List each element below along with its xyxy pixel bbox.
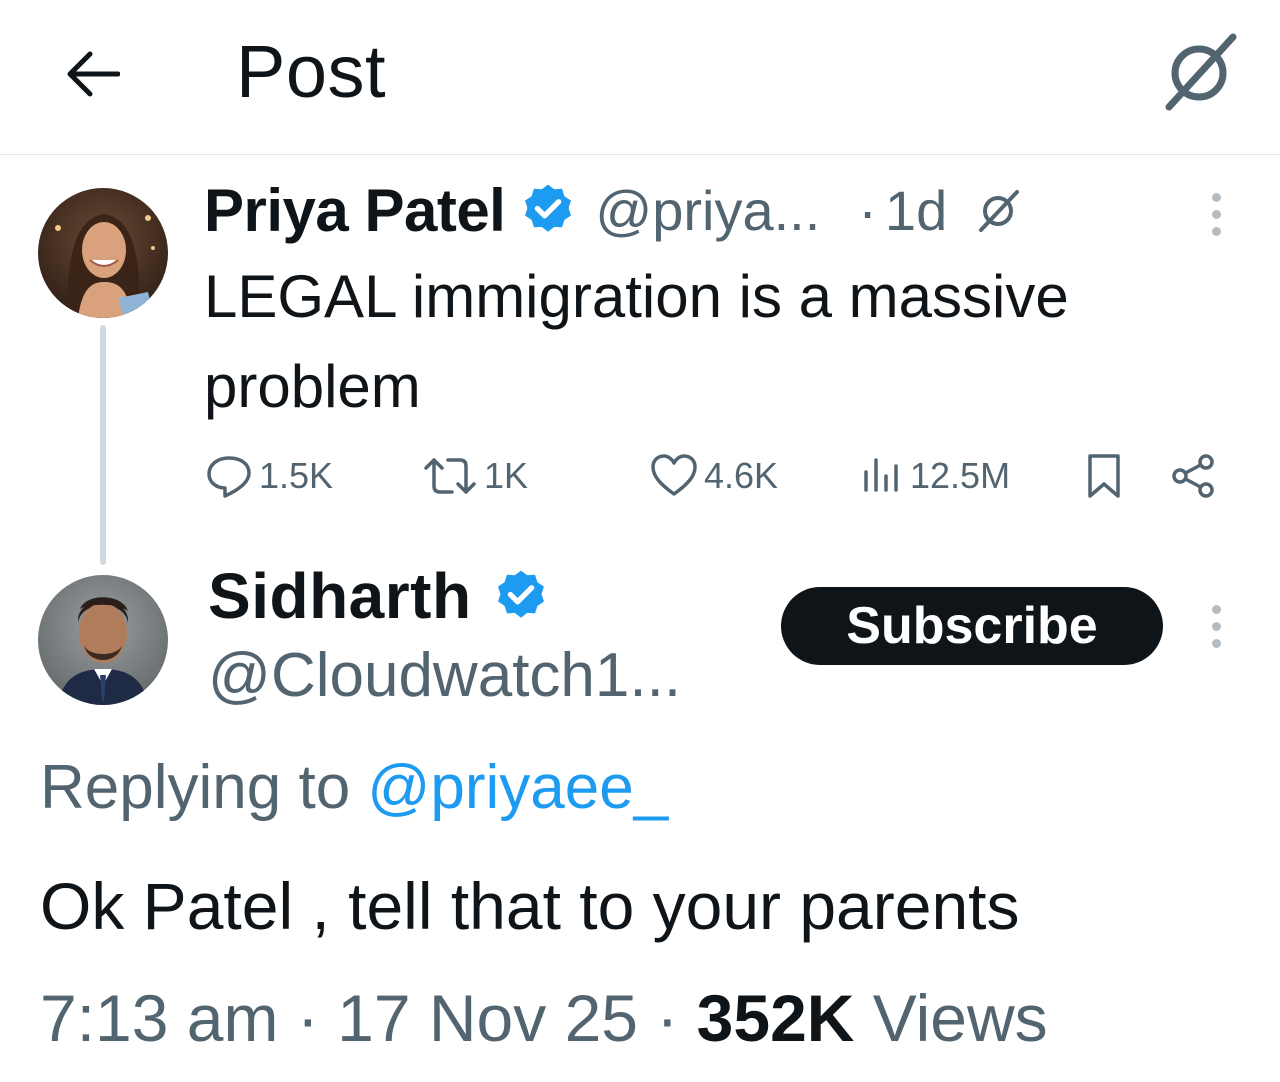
verified-badge-icon[interactable] — [492, 567, 550, 625]
repost-count: 1K — [484, 455, 529, 496]
reply-post-header: Sidharth — [208, 556, 550, 636]
like-count: 4.6K — [704, 455, 779, 496]
parent-post-text: LEGAL immigration is a massive problem — [204, 263, 1069, 420]
analytics-icon — [864, 458, 898, 492]
post-metadata: 7:13 am · 17 Nov 25 · 352K Views — [40, 980, 1048, 1056]
grok-icon — [1165, 33, 1237, 111]
author-handle[interactable]: @Cloudwatch1... — [208, 640, 681, 711]
reply-count: 1.5K — [259, 455, 334, 496]
views-button[interactable]: 12.5M — [858, 440, 1010, 512]
profile-photo-priya — [38, 188, 168, 318]
verified-badge-icon[interactable] — [519, 181, 577, 239]
avatar[interactable] — [38, 575, 168, 705]
avatar[interactable] — [38, 188, 168, 318]
profile-photo-sidharth — [38, 575, 168, 705]
more-options-button[interactable] — [1201, 184, 1231, 244]
post-detail-screen: Post Priya Patel @priya... · 1d LEGAL im… — [0, 0, 1280, 1082]
post-time[interactable]: 1d — [885, 178, 947, 243]
back-button[interactable] — [52, 34, 132, 114]
author-name[interactable]: Priya Patel — [204, 176, 506, 245]
more-dot-icon — [1211, 621, 1221, 631]
reply-button[interactable]: 1.5K — [203, 440, 333, 512]
subscribe-button[interactable]: Subscribe — [781, 587, 1163, 665]
grok-button[interactable] — [1158, 28, 1244, 114]
author-handle[interactable]: @priya... — [595, 178, 820, 243]
parent-post-header: Priya Patel @priya... · 1d — [204, 172, 1021, 248]
arrow-left-icon — [67, 51, 120, 97]
more-options-button[interactable] — [1201, 596, 1231, 656]
repost-button[interactable]: 1K — [420, 440, 528, 512]
reply-icon — [207, 456, 251, 498]
page-title: Post — [236, 30, 387, 113]
bookmark-icon — [1088, 454, 1120, 498]
more-dot-icon — [1211, 226, 1221, 236]
views-count: 12.5M — [910, 455, 1011, 496]
heart-icon — [651, 454, 697, 496]
share-button[interactable] — [1168, 440, 1220, 512]
post-action-bar: 1.5K 1K 4.6K 12.5M — [0, 440, 1280, 512]
share-icon — [1172, 454, 1214, 498]
more-dot-icon — [1211, 638, 1221, 648]
repost-icon — [424, 458, 476, 494]
replying-to-label: Replying to — [40, 753, 351, 822]
post-views-label: Views — [854, 981, 1048, 1055]
author-name[interactable]: Sidharth — [208, 559, 472, 633]
replying-to-line: Replying to @priyaee_ — [40, 752, 668, 823]
like-button[interactable]: 4.6K — [648, 440, 778, 512]
more-dot-icon — [1211, 209, 1221, 219]
post-views-count[interactable]: 352K — [697, 981, 855, 1055]
more-dot-icon — [1211, 604, 1221, 614]
separator-dot: · — [858, 178, 877, 242]
replying-to-mention[interactable]: @priyaee_ — [367, 753, 668, 822]
reply-post-text: Ok Patel , tell that to your parents — [40, 869, 1020, 943]
post-timestamp[interactable]: 7:13 am · 17 Nov 25 · — [40, 981, 697, 1055]
top-bar: Post — [0, 0, 1280, 155]
more-dot-icon — [1211, 192, 1221, 202]
bookmark-button[interactable] — [1082, 440, 1126, 512]
grok-icon[interactable] — [977, 188, 1021, 232]
